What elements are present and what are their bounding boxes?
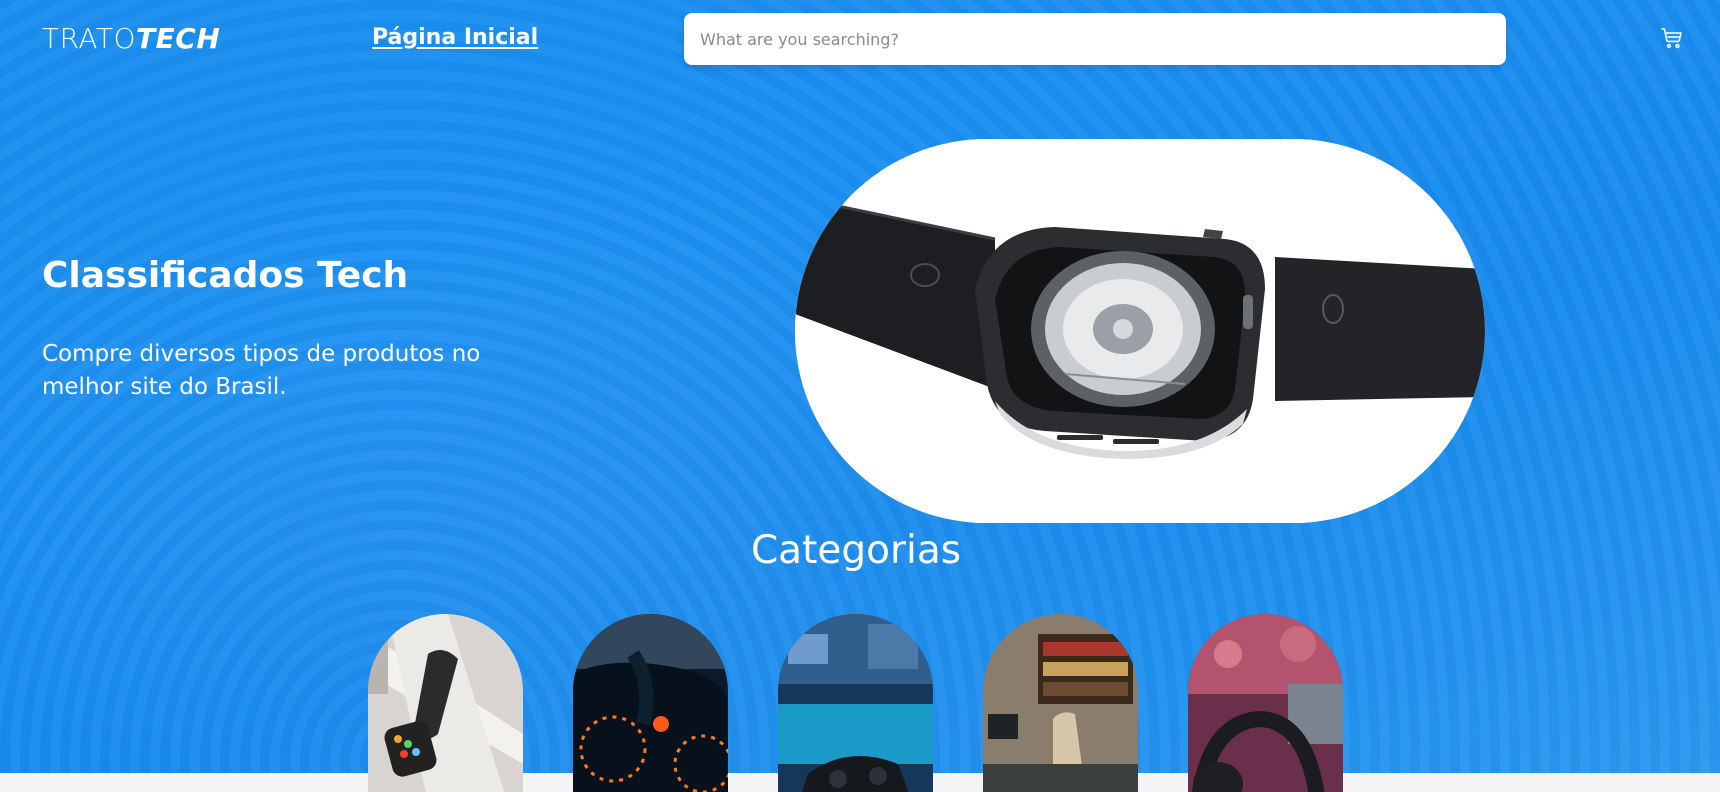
cart-icon <box>1661 28 1682 49</box>
search-bar[interactable] <box>684 13 1506 65</box>
headphones-studio-image <box>1188 614 1343 792</box>
hero-subtitle: Compre diversos tipos de produtos no mel… <box>42 341 481 400</box>
search-input[interactable] <box>684 13 1506 65</box>
office-desk-image <box>983 614 1138 792</box>
categories-row <box>0 614 1720 792</box>
smartwatch-illustration <box>795 139 1485 523</box>
categories-title: Categorias <box>750 528 962 573</box>
smartwatch-bands-image <box>368 614 523 792</box>
gaming-controller-image <box>778 614 933 792</box>
hero-product-image <box>795 139 1485 523</box>
category-card-office[interactable] <box>983 614 1138 792</box>
category-card-smartwatches[interactable] <box>368 614 523 792</box>
logo-text-light: TRATO <box>42 22 137 55</box>
cart-button[interactable] <box>1660 26 1686 52</box>
category-card-audio[interactable] <box>1188 614 1343 792</box>
category-card-games[interactable] <box>778 614 933 792</box>
top-header: TRATOTECH Página Inicial <box>0 0 1720 78</box>
nav-home-link[interactable]: Página Inicial <box>372 25 538 50</box>
logo-text-bold: TECH <box>136 22 221 55</box>
hero-title: Classificados Tech <box>42 255 409 296</box>
car-dashboard-image <box>573 614 728 792</box>
site-logo[interactable]: TRATOTECH <box>42 22 220 55</box>
category-card-automotive[interactable] <box>573 614 728 792</box>
